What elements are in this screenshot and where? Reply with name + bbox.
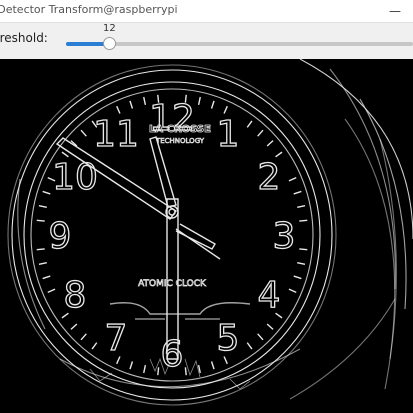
minute-tick bbox=[297, 204, 306, 209]
minute-tick bbox=[70, 323, 78, 330]
minute-tick bbox=[197, 96, 201, 106]
minute-tick bbox=[266, 140, 274, 147]
hour-numeral-6: 6 bbox=[161, 334, 184, 375]
minute-tick bbox=[288, 288, 297, 293]
minute-tick bbox=[38, 261, 47, 266]
minute-tick bbox=[293, 190, 302, 195]
minute-tick bbox=[288, 177, 297, 182]
hour-numeral-5: 5 bbox=[217, 318, 240, 359]
minute-tick bbox=[210, 361, 215, 370]
threshold-slider-thumb[interactable] bbox=[103, 37, 116, 50]
minute-tick bbox=[299, 219, 308, 222]
minute-tick bbox=[223, 105, 228, 114]
minute-tick bbox=[42, 275, 51, 280]
minute-tick bbox=[257, 333, 264, 341]
hour-numeral-8: 8 bbox=[64, 275, 87, 316]
hour-numeral-4: 4 bbox=[258, 275, 281, 316]
hour-numeral-3: 3 bbox=[273, 216, 296, 257]
minute-tick bbox=[38, 204, 47, 209]
minute-tick bbox=[129, 100, 134, 109]
minute-tick bbox=[116, 105, 121, 114]
minute-tick bbox=[246, 120, 253, 128]
hour-numeral-11: 11 bbox=[93, 114, 139, 155]
hour-numeral-7: 7 bbox=[105, 318, 128, 359]
edge-detected-clock-image: 12 1234567891011 LA CROSSE TECHNOLOGY ATO… bbox=[7, 59, 413, 406]
hour-numeral-10: 10 bbox=[52, 157, 98, 198]
minute-tick bbox=[80, 129, 87, 137]
minute-tick bbox=[246, 342, 253, 350]
title-bar: ge Detector Transform@raspberrypi — bbox=[0, 0, 413, 23]
brand-bottom-text: ATOMIC CLOCK bbox=[138, 279, 207, 289]
minute-tick bbox=[42, 190, 51, 195]
minute-tick bbox=[299, 248, 308, 251]
minute-tick bbox=[36, 248, 45, 251]
minimize-icon[interactable]: — bbox=[377, 0, 413, 22]
minute-tick bbox=[91, 342, 98, 350]
threshold-label: hreshold: bbox=[0, 31, 48, 45]
hour-numeral-2: 2 bbox=[258, 157, 281, 198]
threshold-value: 12 bbox=[103, 23, 116, 34]
minute-tick bbox=[80, 333, 87, 341]
minute-tick bbox=[266, 323, 274, 330]
minute-tick bbox=[143, 96, 147, 106]
minute-tick bbox=[210, 100, 215, 109]
minute-tick bbox=[47, 288, 56, 293]
minute-tick bbox=[293, 275, 302, 280]
brand-top-text: LA CROSSE bbox=[149, 124, 211, 135]
hour-numeral-9: 9 bbox=[49, 216, 72, 257]
minute-tick bbox=[184, 367, 187, 376]
minute-tick bbox=[143, 364, 147, 374]
minute-tick bbox=[157, 367, 160, 376]
brand-sub-text: TECHNOLOGY bbox=[155, 137, 205, 145]
window-title: ge Detector Transform@raspberrypi bbox=[0, 3, 178, 16]
hour-numeral-1: 1 bbox=[217, 114, 240, 155]
edge-detected-image-view: 12 1 2 3 4 5 6 7 8 9 10 11 LA CROSSE TECHNOLOGY ATO… bbox=[0, 59, 413, 413]
minute-tick bbox=[36, 219, 45, 222]
threshold-toolbar: hreshold: 12 bbox=[0, 23, 413, 59]
threshold-slider[interactable] bbox=[66, 42, 413, 46]
minute-tick bbox=[257, 129, 264, 137]
minute-tick bbox=[129, 361, 134, 370]
minute-tick bbox=[297, 261, 306, 266]
